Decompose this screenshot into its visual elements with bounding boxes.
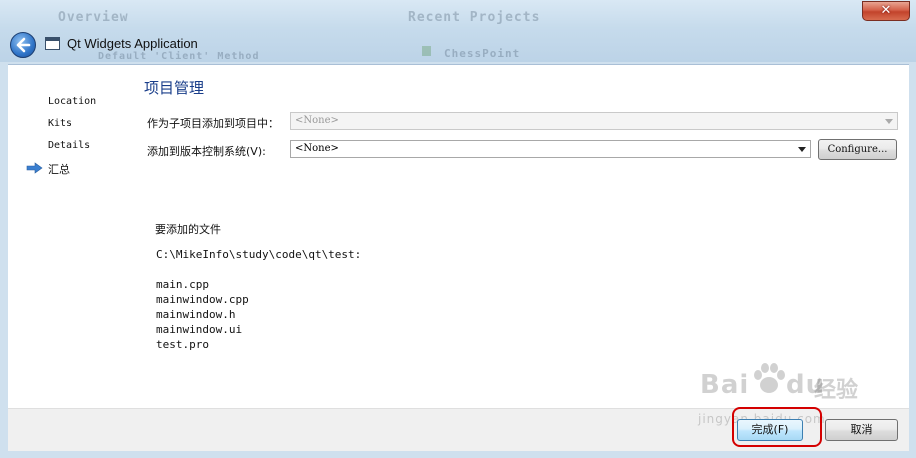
- vcs-value: <None>: [295, 143, 339, 154]
- background-project-text: ChessPoint: [444, 47, 521, 60]
- vcs-combobox[interactable]: <None>: [290, 140, 811, 158]
- cancel-button[interactable]: 取消: [825, 419, 898, 441]
- file-list-item: main.cpp: [156, 278, 209, 291]
- files-to-add-title: 要添加的文件: [155, 223, 221, 236]
- background-session-text: Default 'Client' Method: [98, 51, 260, 62]
- wizard-steps-nav: Location Kits Details 汇总: [8, 65, 138, 409]
- background-overview-text: Overview: [58, 10, 129, 25]
- current-step-arrow-icon: [26, 162, 43, 174]
- nav-step-summary: 汇总: [48, 163, 70, 176]
- nav-step-location: Location: [48, 96, 97, 107]
- chevron-down-icon: [798, 147, 806, 152]
- vcs-label: 添加到版本控制系统(V):: [147, 145, 266, 158]
- nav-step-kits: Kits: [48, 118, 73, 129]
- background-recent-projects-text: Recent Projects: [408, 10, 541, 25]
- subproject-combobox: <None>: [290, 112, 898, 130]
- configure-button[interactable]: Configure...: [818, 139, 897, 160]
- title-bar: Overview Recent Projects Default 'Client…: [0, 0, 916, 62]
- file-list-item: mainwindow.cpp: [156, 293, 249, 306]
- application-window-icon: [45, 37, 60, 50]
- finish-highlight-annotation: [732, 407, 822, 447]
- watermark-brand: Bai: [700, 370, 750, 400]
- close-button[interactable]: ✕: [862, 1, 910, 21]
- background-project-icon: [422, 46, 431, 56]
- file-list-item: mainwindow.ui: [156, 323, 243, 336]
- nav-step-details: Details: [48, 140, 91, 151]
- project-path: C:\MikeInfo\study\code\qt\test:: [156, 248, 362, 261]
- chevron-down-icon: [885, 119, 893, 124]
- file-list-item: mainwindow.h: [156, 308, 236, 321]
- window-title: Qt Widgets Application: [67, 36, 198, 51]
- back-button[interactable]: [10, 32, 36, 58]
- close-icon: ✕: [880, 3, 892, 18]
- page-title: 项目管理: [144, 79, 205, 97]
- watermark-brand-cn: 经验: [814, 378, 859, 403]
- subproject-value: <None>: [295, 115, 339, 126]
- paw-icon: [754, 363, 785, 393]
- back-arrow-icon: [16, 37, 31, 53]
- subproject-label: 作为子项目添加到项目中：: [147, 117, 279, 130]
- file-list-item: test.pro: [156, 338, 209, 351]
